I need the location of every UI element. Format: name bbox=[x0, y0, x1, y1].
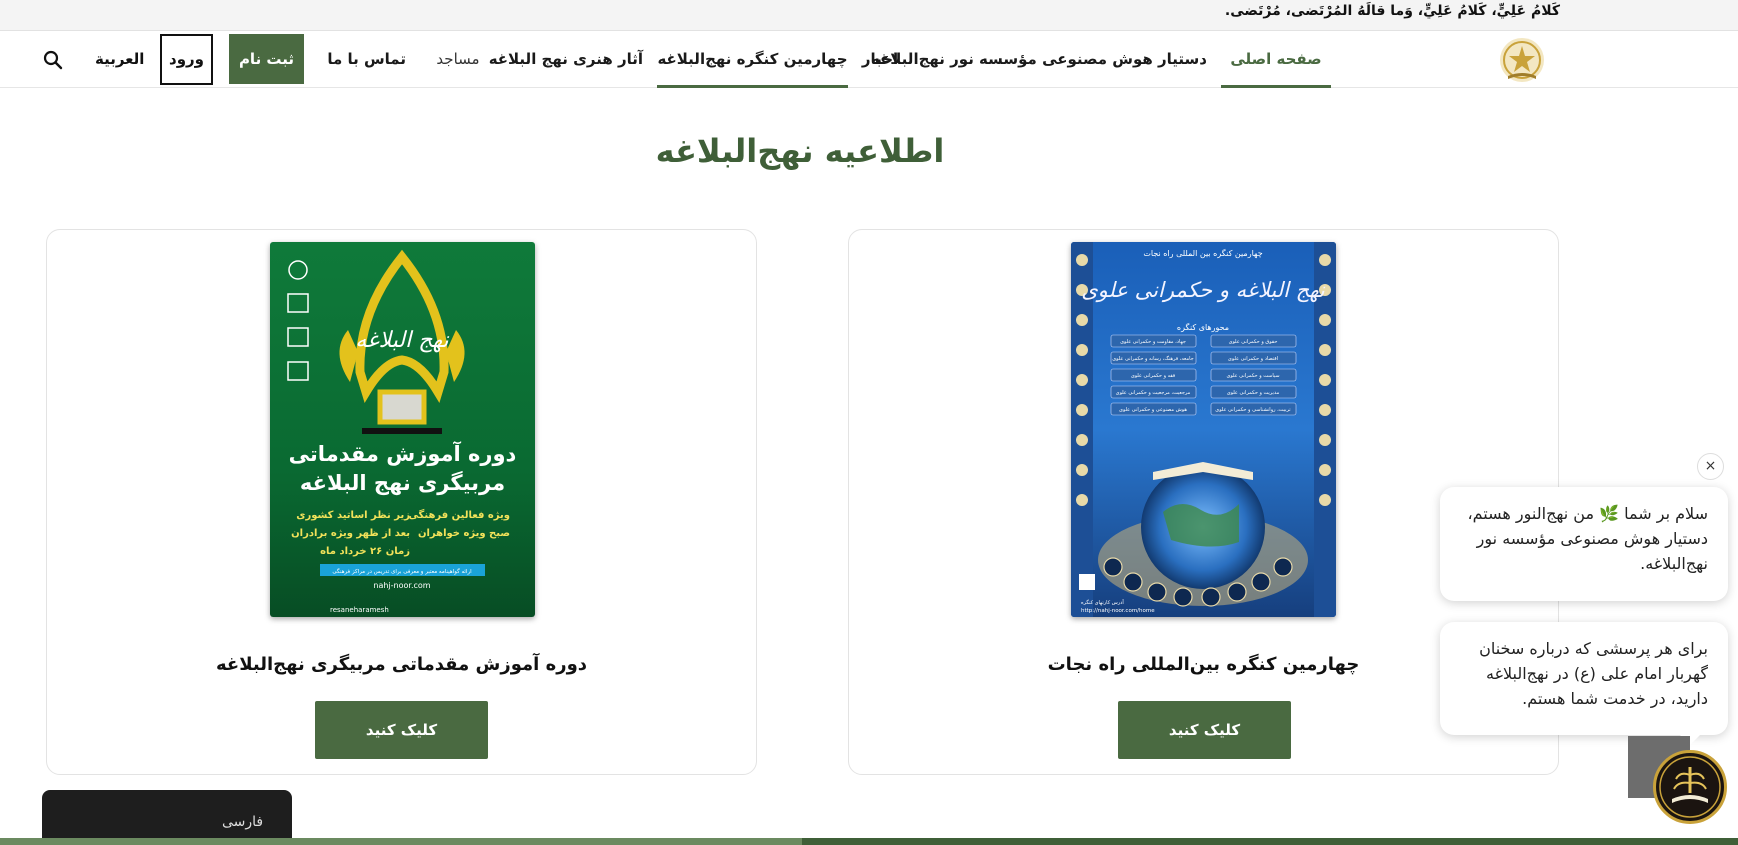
poster-point: زیر نظر اساتید کشوری bbox=[296, 510, 410, 521]
poster-point: بعد از ظهر ویژه برادران bbox=[291, 528, 410, 539]
card-title: دوره آموزش مقدماتی مربیگری نهج‌البلاغه bbox=[215, 654, 588, 675]
poster-point: زمان ۲۶ خرداد ماه bbox=[320, 546, 410, 557]
poster-point: صبح ویژه خواهران bbox=[418, 528, 510, 539]
poster-calligraphy: نهج البلاغه bbox=[355, 328, 449, 353]
nav-item-art-works[interactable]: آثار هنری نهج البلاغه bbox=[489, 32, 643, 88]
language-label: فارسی bbox=[222, 814, 264, 830]
poster-topic: سیاست و حکمرانی علوی bbox=[1226, 373, 1279, 379]
poster-banner: ارائه گواهینامه معتبر و معرفی برای تدریس… bbox=[332, 568, 472, 575]
poster-topic: جامعه، فرهنگ، رسانه و حکمرانی علوی bbox=[1112, 355, 1194, 362]
card-click-button[interactable]: کلیک کنید bbox=[315, 701, 488, 759]
login-button[interactable]: ورود bbox=[160, 34, 213, 85]
main-nav: صفحه اصلی دستیار هوش مصنوعی مؤسسه نور نه… bbox=[0, 32, 1738, 88]
congress-poster-image[interactable]: چهارمین کنگره بین المللی راه نجات نهج ال… bbox=[1071, 242, 1336, 617]
poster-topic: مرجعیت، مرجعیت و حکمرانی علوی bbox=[1116, 390, 1191, 396]
poster-topic: هوش مصنوعی و حکمرانی علوی bbox=[1119, 407, 1187, 413]
chat-close-button[interactable]: × bbox=[1697, 453, 1724, 480]
quote-bar: كَلامُ عَلِيٍّ، كَلامُ عَلِيٍّ، وَما قال… bbox=[0, 0, 1738, 31]
nav-item-ai-assistant[interactable]: دستیار هوش مصنوعی مؤسسه نور نهج‌البلاغه bbox=[871, 32, 1207, 88]
poster-handle: resaneharamesh bbox=[330, 606, 389, 614]
poster-point: ویژه فعالین فرهنگی bbox=[408, 508, 510, 521]
nav-item-congress[interactable]: چهارمین کنگره نهج‌البلاغه bbox=[657, 32, 848, 88]
nav-item-contact[interactable]: تماس با ما bbox=[327, 32, 406, 88]
poster-topic: مدیریت و حکمرانی علوی bbox=[1227, 390, 1280, 396]
poster-section-label: محورهای کنگره bbox=[1177, 322, 1229, 332]
nav-item-home[interactable]: صفحه اصلی bbox=[1221, 32, 1331, 88]
footer-strip-light bbox=[0, 838, 802, 845]
language-arabic-link[interactable]: العربية bbox=[95, 32, 144, 88]
announcement-card-course: نهج البلاغه دوره آموزش مقدماتی مربیگری ن… bbox=[46, 229, 757, 775]
search-icon[interactable] bbox=[42, 49, 64, 71]
chat-avatar-icon[interactable] bbox=[1653, 750, 1727, 824]
poster-site: nahj-noor.com bbox=[373, 581, 430, 590]
language-switcher[interactable]: فارسی bbox=[42, 790, 292, 845]
quote-text: كَلامُ عَلِيٍّ، كَلامُ عَلِيٍّ، وَما قال… bbox=[1224, 3, 1560, 19]
card-click-button[interactable]: کلیک کنید bbox=[1118, 701, 1291, 759]
poster-topic: اقتصاد و حکمرانی علوی bbox=[1228, 356, 1278, 362]
nav-item-news[interactable]: اخبار bbox=[858, 32, 902, 88]
poster-footer: آدرس کارتهای کنگره bbox=[1081, 599, 1124, 606]
poster-topic: جهاد، مقاومت و حکمرانی علوی bbox=[1120, 339, 1186, 345]
chat-message-bubble: برای هر پرسشی که درباره سخنان گهربار اما… bbox=[1440, 622, 1728, 745]
poster-headline: چهارمین کنگره بین المللی راه نجات bbox=[1143, 248, 1262, 258]
course-poster-image[interactable]: نهج البلاغه دوره آموزش مقدماتی مربیگری ن… bbox=[270, 242, 535, 617]
footer-strip bbox=[0, 838, 1738, 845]
poster-calligraphy: نهج البلاغه و حکمرانی علوی bbox=[1081, 278, 1326, 303]
poster-topic: تربیت، روانشناسی و حکمرانی علوی bbox=[1215, 407, 1291, 413]
poster-topic: فقه و حکمرانی علوی bbox=[1131, 373, 1176, 379]
poster-headline: دوره آموزش مقدماتی مربیگری نهج البلاغه bbox=[288, 442, 517, 495]
poster-topic: حقوق و حکمرانی علوی bbox=[1229, 339, 1278, 345]
poster-url: http://nahj-noor.com/home bbox=[1081, 608, 1155, 614]
page-title: اطلاعیه نهج‌البلاغه bbox=[655, 132, 945, 170]
chat-greeting-bubble: سلام بر شما 🌿 من نهج‌النور هستم، دستیار … bbox=[1440, 487, 1728, 601]
nav-item-mosques[interactable]: مساجد bbox=[435, 32, 481, 88]
nahj-logo-icon[interactable] bbox=[1490, 32, 1554, 88]
register-button[interactable]: ثبت نام bbox=[229, 34, 304, 84]
